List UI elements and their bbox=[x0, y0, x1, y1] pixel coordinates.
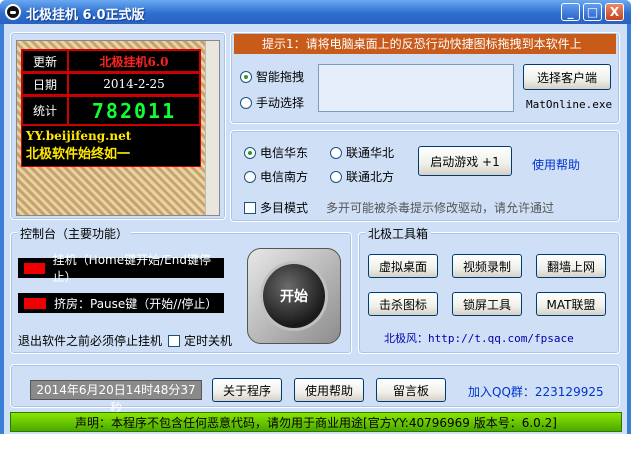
radio-label: 手动选择 bbox=[256, 96, 305, 110]
maximize-button[interactable]: □ bbox=[583, 3, 602, 21]
multi-open-note: 多开可能被杀毒提示修改驱动，请允许通过 bbox=[326, 201, 555, 215]
app-logo-icon bbox=[5, 4, 21, 20]
window-title: 北极挂机 6.0正式版 bbox=[26, 8, 145, 23]
radio-unicom-north[interactable]: 联通北方 bbox=[330, 168, 394, 185]
client-exe-name: MatOnline.exe bbox=[526, 98, 613, 111]
led-row: 更新 北极挂机6.0 bbox=[22, 50, 200, 73]
help-button[interactable]: 使用帮助 bbox=[294, 378, 364, 402]
video-record-button[interactable]: 视频录制 bbox=[452, 254, 522, 278]
select-client-button[interactable]: 选择客户端 bbox=[523, 64, 611, 90]
qq-group-link[interactable]: 加入QQ群：223129925 bbox=[468, 383, 604, 400]
hang-command-bar: 挂机（Home键开始/End键停止） bbox=[18, 253, 224, 284]
radio-dot bbox=[244, 170, 256, 183]
led-value: 2014-2-25 bbox=[68, 73, 200, 95]
radio-dot bbox=[330, 146, 342, 159]
weibo-link[interactable]: 北极风：http://t.qq.com/fpsace bbox=[384, 330, 574, 346]
radio-telecom-east[interactable]: 电信华东 bbox=[244, 144, 308, 161]
minimize-button[interactable]: _ bbox=[561, 3, 580, 21]
hang-status-indicator bbox=[24, 262, 45, 274]
checkbox-label: 多目模式 bbox=[260, 201, 309, 215]
hint-banner: 提示1：请将电脑桌面上的反恐行动快捷图标拖拽到本软件上 bbox=[234, 34, 616, 54]
toolbox-title: 北极工具箱 bbox=[365, 225, 432, 242]
datetime-display: 2014年6月20日14时48分37秒 bbox=[30, 380, 202, 415]
squeeze-command-bar: 挤房：Pause键（开始//停止） bbox=[18, 293, 224, 313]
led-label: 日期 bbox=[22, 73, 68, 95]
led-display: 更新 北极挂机6.0 日期 2014-2-25 统计 782011 YY.bei… bbox=[16, 40, 220, 216]
radio-telecom-south[interactable]: 电信南方 bbox=[244, 168, 308, 185]
radio-manual-select[interactable]: 手动选择 bbox=[240, 94, 304, 111]
led-row: 统计 782011 bbox=[22, 96, 200, 126]
start-game-button[interactable]: 启动游戏 +1 bbox=[418, 146, 512, 176]
client-path-field[interactable] bbox=[318, 64, 514, 112]
radio-dot bbox=[240, 96, 252, 109]
led-url: YY.beijifeng.net bbox=[26, 129, 132, 143]
start-hang-button[interactable]: 开始 bbox=[247, 248, 341, 344]
radio-label: 联通华北 bbox=[346, 146, 395, 160]
led-label: 统计 bbox=[22, 96, 68, 125]
led-slogan: 北极软件始终如一 bbox=[26, 147, 131, 162]
close-button[interactable]: X bbox=[605, 3, 624, 21]
radio-unicom-north-china[interactable]: 联通华北 bbox=[330, 144, 394, 161]
multi-open-checkbox[interactable]: 多目模式 bbox=[244, 199, 308, 216]
vpn-button[interactable]: 翻墙上网 bbox=[536, 254, 606, 278]
console-title: 控制台（主要功能） bbox=[17, 225, 132, 242]
checkbox-box bbox=[168, 334, 180, 347]
about-button[interactable]: 关于程序 bbox=[212, 378, 282, 402]
radio-label: 电信华东 bbox=[260, 146, 309, 160]
led-scrollbar[interactable] bbox=[205, 41, 219, 215]
disclaimer-bar: 声明：本程序不包含任何恶意代码，请勿用于商业用途[官方YY:40796969 版… bbox=[10, 412, 622, 432]
checkbox-label: 定时关机 bbox=[184, 334, 233, 348]
exit-note: 退出软件之前必须停止挂机 bbox=[18, 334, 163, 348]
squeeze-status-indicator bbox=[24, 297, 46, 309]
led-footer: YY.beijifeng.net 北极软件始终如一 bbox=[22, 126, 200, 166]
help-link[interactable]: 使用帮助 bbox=[532, 156, 580, 173]
squeeze-command-label: 挤房：Pause键（开始//停止） bbox=[54, 296, 218, 311]
title-bar[interactable]: 北极挂机 6.0正式版 _ □ X bbox=[0, 0, 631, 24]
hang-command-label: 挂机（Home键开始/End键停止） bbox=[52, 253, 211, 284]
virtual-desktop-button[interactable]: 虚拟桌面 bbox=[368, 254, 438, 278]
radio-label: 智能拖拽 bbox=[256, 70, 305, 84]
led-counter: 782011 bbox=[68, 96, 200, 125]
timer-shutdown-checkbox[interactable]: 定时关机 bbox=[168, 332, 232, 349]
radio-label: 电信南方 bbox=[260, 170, 309, 184]
kill-icon-button[interactable]: 击杀图标 bbox=[368, 292, 438, 316]
led-row: 日期 2014-2-25 bbox=[22, 73, 200, 96]
radio-smart-drag[interactable]: 智能拖拽 bbox=[240, 68, 304, 85]
led-value: 北极挂机6.0 bbox=[68, 50, 200, 72]
start-button-label: 开始 bbox=[260, 261, 328, 331]
radio-label: 联通北方 bbox=[346, 170, 395, 184]
mat-alliance-button[interactable]: MAT联盟 bbox=[536, 292, 606, 316]
message-board-button[interactable]: 留言板 bbox=[376, 378, 446, 402]
led-table: 更新 北极挂机6.0 日期 2014-2-25 统计 782011 YY.bei… bbox=[21, 49, 201, 167]
lock-screen-button[interactable]: 锁屏工具 bbox=[452, 292, 522, 316]
checkbox-box bbox=[244, 201, 256, 214]
radio-dot bbox=[330, 170, 342, 183]
radio-dot bbox=[244, 146, 256, 159]
radio-dot bbox=[240, 70, 252, 83]
bottom-strip bbox=[0, 434, 631, 459]
led-label: 更新 bbox=[22, 50, 68, 72]
